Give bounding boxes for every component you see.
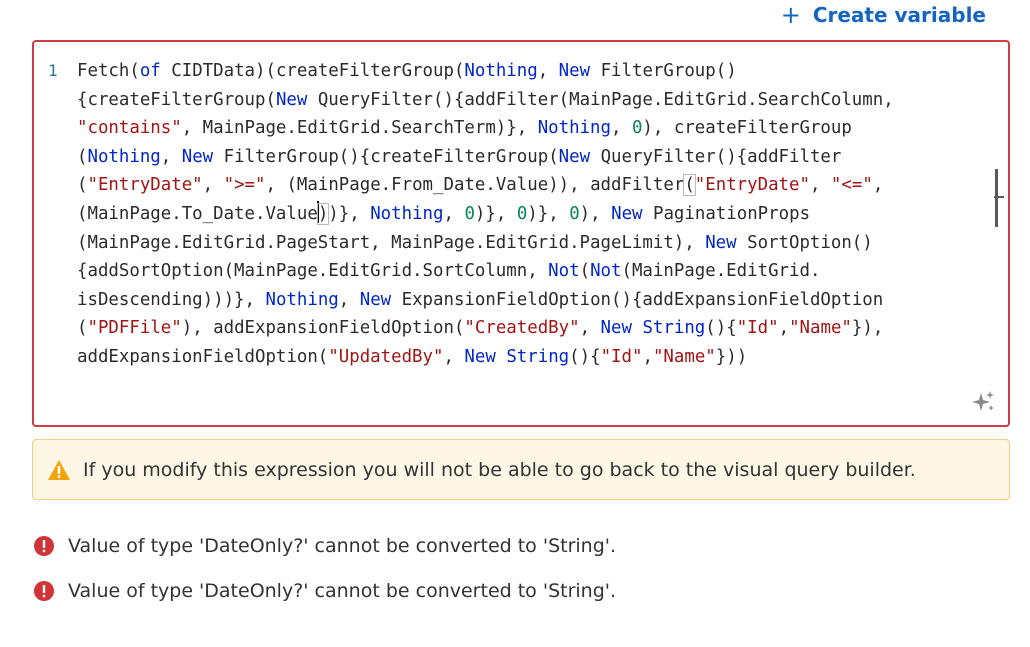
code-line: ("EntryDate", ">=", (MainPage.From_Date.… [77, 174, 884, 197]
code-line: Fetch(of CIDTData)(createFilterGroup(Not… [77, 61, 737, 81]
line-number: 1 [48, 61, 58, 80]
warning-icon [48, 459, 70, 480]
code-line: addExpansionFieldOption("UpdatedBy", New… [77, 347, 748, 367]
error-list: Value of type 'DateOnly?' cannot be conv… [33, 532, 616, 622]
error-text: Value of type 'DateOnly?' cannot be conv… [68, 535, 617, 557]
warning-text: If you modify this expression you will n… [83, 458, 916, 481]
code-line: isDescending)))}, Nothing, New Expansion… [77, 289, 884, 310]
create-variable-button[interactable]: + Create variable [781, 3, 986, 27]
code-line: "contains", MainPage.EditGrid.SearchTerm… [77, 118, 852, 139]
scrollbar-tick [994, 196, 1004, 198]
code-line: (MainPage.To_Date.Value))}, Nothing, 0)}… [77, 200, 810, 229]
code-line: (MainPage.EditGrid.PageStart, MainPage.E… [77, 232, 873, 253]
error-icon [34, 536, 54, 556]
error-item: Value of type 'DateOnly?' cannot be conv… [33, 532, 616, 560]
error-item: Value of type 'DateOnly?' cannot be conv… [33, 577, 616, 605]
code-line: {addSortOption(MainPage.EditGrid.SortCol… [77, 261, 821, 282]
code-line: (Nothing, New FilterGroup(){createFilter… [77, 146, 842, 167]
code-line: {createFilterGroup(New QueryFilter(){add… [77, 89, 894, 110]
error-text: Value of type 'DateOnly?' cannot be conv… [68, 580, 617, 602]
plus-icon: + [780, 1, 801, 29]
code-line: ("PDFFile"), addExpansionFieldOption("Cr… [77, 318, 884, 339]
expression-editor[interactable]: 1 Fetch(of CIDTData)(createFilterGroup(N… [32, 40, 1010, 427]
error-icon [34, 581, 54, 601]
sparkle-icon[interactable] [970, 389, 996, 415]
warning-banner: If you modify this expression you will n… [32, 439, 1010, 500]
scrollbar-marker[interactable] [995, 169, 998, 227]
create-variable-label: Create variable [812, 3, 986, 27]
